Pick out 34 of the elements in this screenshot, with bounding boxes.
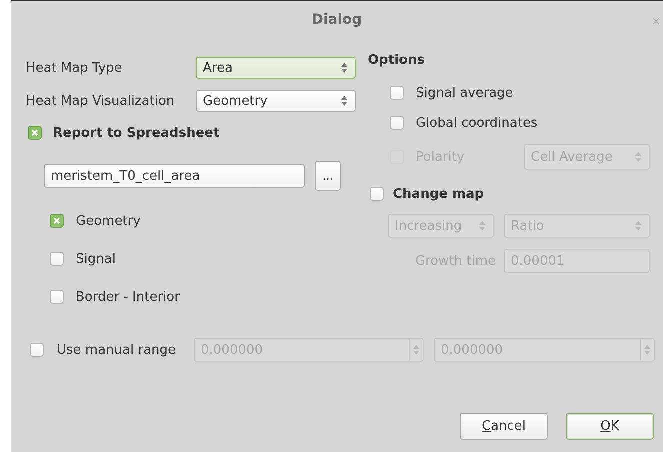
field-label: Heat Map Visualization xyxy=(26,94,176,108)
spinner-arrows-icon xyxy=(479,220,486,232)
window-title: Dialog xyxy=(312,12,362,28)
browse-button[interactable]: ... xyxy=(315,161,341,191)
spinner-arrows-icon xyxy=(413,344,420,356)
checkbox-label: Global coordinates xyxy=(416,116,538,130)
checkbox-label: Report to Spreadsheet xyxy=(53,126,220,140)
dropdown[interactable]: Area xyxy=(196,57,356,79)
spinner-arrows-icon xyxy=(341,95,348,107)
checkbox[interactable] xyxy=(50,290,64,304)
checkbox[interactable] xyxy=(50,214,64,228)
checkbox-label: Border - Interior xyxy=(76,290,180,304)
spinner-arrows-icon xyxy=(341,62,348,74)
checkbox[interactable] xyxy=(390,116,404,130)
checkbox[interactable] xyxy=(50,252,64,266)
field-label: Heat Map Type xyxy=(26,60,124,76)
checkbox[interactable] xyxy=(390,86,404,100)
checkbox-label: Signal xyxy=(76,252,116,266)
dialog-button[interactable]: Cancel xyxy=(460,413,548,440)
checkbox[interactable] xyxy=(28,126,42,140)
text-field[interactable]: meristem_T0_cell_area xyxy=(44,164,305,188)
spinner-arrows-icon xyxy=(644,344,651,356)
dialog-button[interactable]: OK xyxy=(566,413,654,440)
dropdown[interactable]: Geometry xyxy=(196,90,356,112)
spinner-arrows-icon xyxy=(635,220,642,232)
checkbox-label: Change map xyxy=(393,186,484,202)
checkbox-label: Use manual range xyxy=(57,342,176,358)
spinner-arrows-icon xyxy=(635,151,642,163)
section-heading: Options xyxy=(368,53,426,70)
cross-mark-icon xyxy=(53,217,61,225)
checkbox-label: Signal average xyxy=(416,86,514,100)
cross-mark-icon xyxy=(31,129,39,137)
close-button[interactable]: × xyxy=(652,15,661,28)
checkbox-label: Geometry xyxy=(76,214,141,228)
